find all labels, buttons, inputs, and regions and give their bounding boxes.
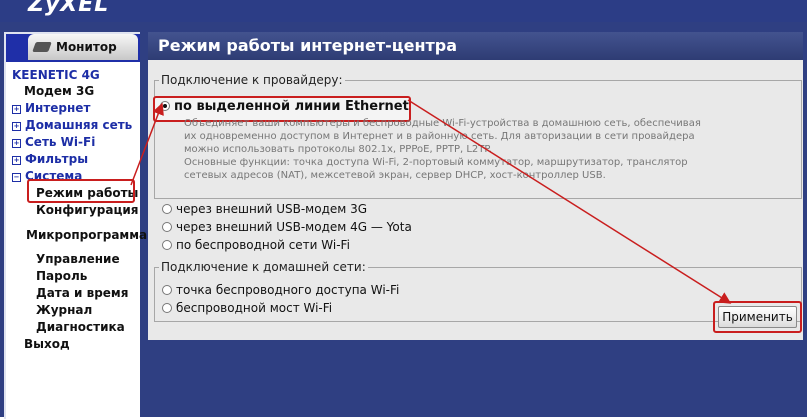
sidebar-item-diagnostics[interactable]: Диагностика — [36, 320, 125, 334]
sidebar-selection-highlight — [27, 179, 135, 203]
sidebar-item-wifi[interactable]: + Сеть Wi-Fi — [12, 135, 95, 149]
sidebar-item-home-network[interactable]: + Домашняя сеть — [12, 118, 132, 132]
sidebar-item-modem-3g[interactable]: Модем 3G — [24, 84, 94, 98]
radio-usb-4g[interactable] — [162, 222, 172, 232]
radio-access-point[interactable] — [162, 285, 172, 295]
apply-button-highlight: Применить — [713, 301, 802, 333]
radio-ethernet[interactable] — [160, 101, 170, 111]
option-usb-4g-yota[interactable]: через внешний USB-модем 4G — Yota — [162, 220, 412, 234]
expand-icon: + — [12, 156, 21, 165]
option-ethernet[interactable]: по выделенной линии Ethernet — [160, 99, 409, 114]
page-title: Режим работы интернет-центра — [148, 32, 803, 60]
option-usb-3g[interactable]: через внешний USB-модем 3G — [162, 202, 367, 216]
device-name: KEENETIC 4G — [12, 68, 100, 82]
expand-icon: + — [12, 139, 21, 148]
zyxel-logo: ZyXEL — [28, 0, 110, 17]
monitor-tab[interactable]: Монитор — [28, 34, 138, 60]
sidebar-item-firmware[interactable]: Микропрограмма — [26, 228, 147, 242]
sidebar: Монитор KEENETIC 4G Модем 3G + Интернет +… — [4, 32, 147, 419]
option-wireless-bridge[interactable]: беспроводной мост Wi-Fi — [162, 301, 332, 315]
ethernet-description: Объединяет ваши компьютеры и беспроводны… — [184, 118, 701, 155]
sidebar-item-datetime[interactable]: Дата и время — [36, 286, 128, 300]
provider-group-legend: Подключение к провайдеру: — [161, 73, 343, 87]
radio-wifi-wan[interactable] — [162, 240, 172, 250]
monitor-tab-label: Монитор — [56, 40, 117, 54]
ethernet-functions: Основные функции: точка доступа Wi-Fi, 2… — [184, 157, 688, 181]
sidebar-item-configuration[interactable]: Конфигурация — [36, 203, 138, 217]
monitor-icon — [32, 42, 52, 52]
expand-icon: + — [12, 105, 21, 114]
option-access-point[interactable]: точка беспроводного доступа Wi-Fi — [162, 283, 399, 297]
expand-icon: + — [12, 122, 21, 131]
page-background: Монитор KEENETIC 4G Модем 3G + Интернет +… — [0, 22, 807, 419]
option-wifi-wan[interactable]: по беспроводной сети Wi-Fi — [162, 238, 350, 252]
main-panel: Режим работы интернет-центра Подключение… — [148, 32, 803, 340]
sidebar-item-internet[interactable]: + Интернет — [12, 101, 90, 115]
sidebar-item-filters[interactable]: + Фильтры — [12, 152, 88, 166]
radio-wireless-bridge[interactable] — [162, 303, 172, 313]
collapse-icon: − — [12, 173, 21, 182]
sidebar-item-password[interactable]: Пароль — [36, 269, 87, 283]
sidebar-menu: KEENETIC 4G Модем 3G + Интернет + Домашняя… — [6, 62, 147, 419]
sidebar-item-management[interactable]: Управление — [36, 252, 120, 266]
top-bar: ZyXEL — [0, 0, 807, 24]
home-group-legend: Подключение к домашней сети: — [161, 260, 366, 274]
apply-button[interactable]: Применить — [718, 306, 797, 328]
radio-usb-3g[interactable] — [162, 204, 172, 214]
sidebar-item-logout[interactable]: Выход — [24, 337, 70, 351]
sidebar-item-log[interactable]: Журнал — [36, 303, 92, 317]
